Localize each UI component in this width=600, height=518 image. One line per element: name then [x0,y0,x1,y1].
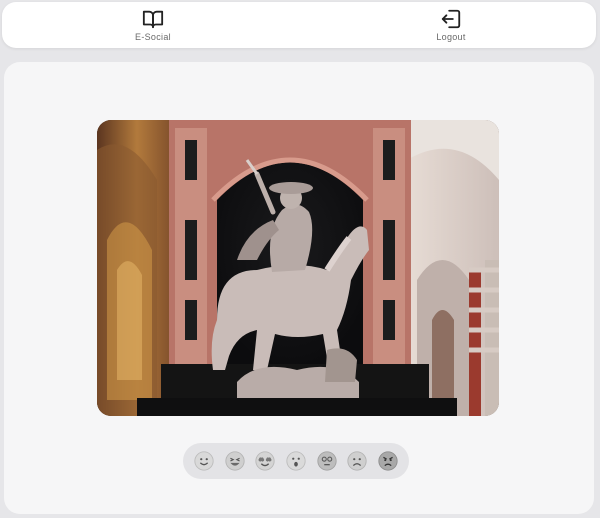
logout-icon [441,9,461,29]
statue-photo [97,120,499,416]
surprised-emoji-icon [286,451,306,471]
post-card [4,62,594,514]
dizzy-emoji-icon [316,451,337,471]
reaction-laugh[interactable] [223,449,247,473]
sad-emoji-icon [347,451,367,471]
reaction-angry[interactable] [376,449,400,473]
e-social-button[interactable]: E-Social [113,8,193,46]
smile-emoji-icon [194,451,214,471]
laughing-emoji-icon [225,451,245,471]
reaction-sad[interactable] [345,449,369,473]
reaction-wow[interactable] [284,449,308,473]
logout-button[interactable]: Logout [411,8,491,46]
reaction-love[interactable] [253,449,277,473]
angry-emoji-icon [378,451,398,471]
top-navigation-bar: E-Social Logout [2,2,596,48]
logout-label: Logout [436,32,466,42]
heart-eyes-emoji-icon [255,451,276,471]
e-social-label: E-Social [135,32,171,42]
reaction-dizzy[interactable] [315,449,339,473]
open-book-icon [142,10,164,29]
reaction-bar [183,443,409,479]
reaction-smile[interactable] [192,449,216,473]
post-image[interactable] [97,120,499,416]
